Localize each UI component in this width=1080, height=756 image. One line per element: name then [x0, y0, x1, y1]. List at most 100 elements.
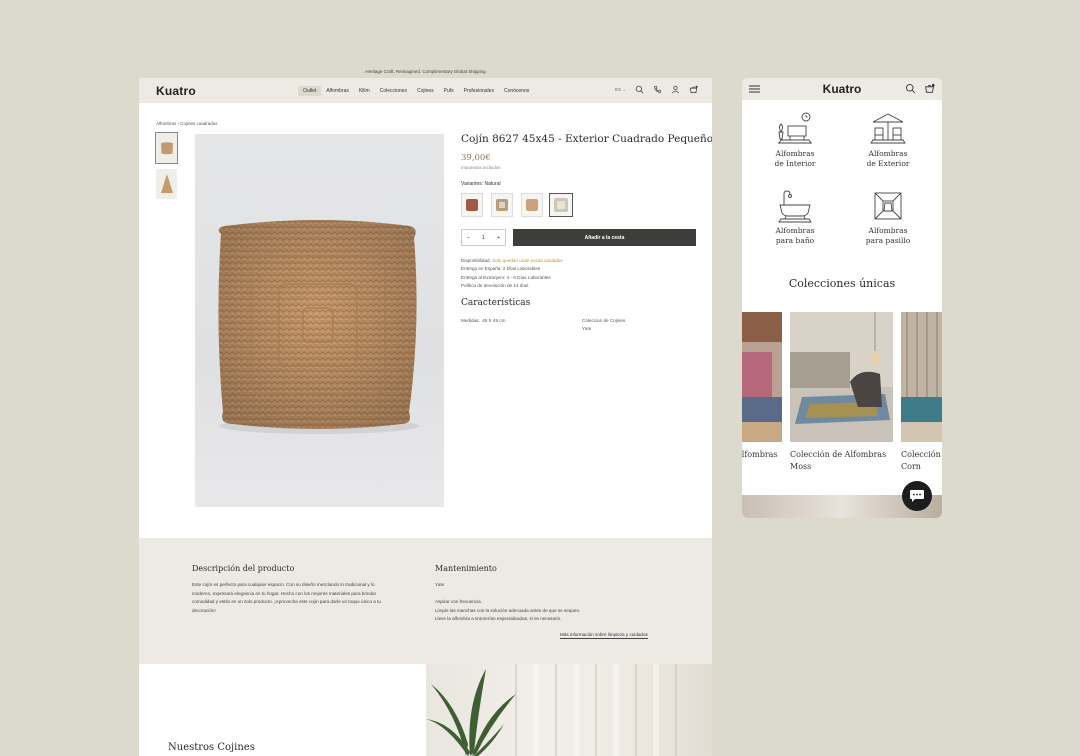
medidas-value: 45 X 45 cm	[482, 318, 506, 323]
availability: Disponibilidad: Solo quedan unas pocas u…	[461, 258, 563, 263]
mobile-header: Kuatro	[742, 78, 942, 100]
product-title: Cojín 8627 45x45 - Exterior Cuadrado Peq…	[461, 133, 712, 145]
language-selector[interactable]: ES ⌄	[615, 87, 626, 93]
description-line: moderno, expresará elegancia en tu hogar…	[192, 590, 377, 596]
category-bathroom[interactable]: Alfombras para baño	[760, 189, 830, 245]
variant-swatch-natural[interactable]	[549, 193, 573, 217]
mobile-page: Kuatro Alfombras de Interior Alfombras d…	[742, 78, 942, 518]
maintenance-material: Yute	[435, 582, 445, 587]
bathroom-rug-icon	[778, 190, 812, 223]
collection-image	[790, 312, 893, 442]
logo[interactable]: Kuatro	[156, 84, 196, 98]
description-title: Descripción del producto	[192, 564, 295, 573]
chat-button[interactable]	[902, 481, 932, 511]
exterior-rug-icon	[870, 113, 906, 144]
thumbnail-cushion-image	[160, 142, 173, 155]
jute-cushion-image	[218, 220, 419, 434]
account-icon[interactable]	[671, 85, 680, 94]
category-label: para baño	[775, 235, 815, 245]
collection-card-partial[interactable]	[742, 312, 782, 442]
cart-icon[interactable]	[689, 85, 698, 94]
search-icon[interactable]	[635, 85, 644, 94]
maintenance-line: Aspirar con frecuencia.	[435, 599, 482, 604]
decrease-button[interactable]: –	[467, 235, 470, 241]
collection-name: Corn	[901, 462, 921, 471]
mobile-logo[interactable]: Kuatro	[823, 82, 862, 96]
collection-label-moss[interactable]: Colección de Alfombras Moss	[790, 449, 886, 473]
description-line: decoración!	[192, 607, 216, 613]
category-interior[interactable]: Alfombras de Interior	[760, 112, 830, 168]
collection-label-partial[interactable]: Alfombras	[742, 449, 778, 461]
description-line: comodidad y estilo en un solo producto. …	[192, 599, 381, 604]
nav-alfombras[interactable]: Alfombras	[321, 86, 354, 96]
collection-card-moss[interactable]	[790, 312, 893, 442]
maintenance-line: Limpie las manchas con la solución adecu…	[435, 607, 581, 613]
nav-cojines[interactable]: Cojines	[412, 86, 439, 96]
canvas: Heritage Craft, Reimagined. Complimentar…	[0, 0, 1080, 756]
variants-label: Variantes: Natural	[461, 181, 501, 187]
nav-conocenos[interactable]: Conócenos	[499, 86, 534, 96]
collection-name: Colección de Alfombras	[790, 450, 887, 459]
thumbnail-cushion-side-image	[160, 174, 173, 193]
quantity-stepper[interactable]: – 1 +	[461, 229, 506, 246]
thumbnail-side[interactable]	[156, 169, 177, 199]
medidas-label: Medidas:	[461, 318, 480, 323]
care-info-link[interactable]: Más información sobre limpieza y cuidado…	[560, 632, 648, 639]
collection-name: Alfombras	[742, 450, 778, 459]
nav-profesionales[interactable]: Profesionales	[459, 86, 499, 96]
collections-title: Colecciones únicas	[788, 277, 896, 290]
maintenance-title: Mantenimiento	[435, 564, 497, 573]
category-hallway[interactable]: Alfombras para pasillo	[853, 189, 923, 245]
interior-rug-icon	[778, 112, 812, 144]
category-label: Alfombras	[775, 226, 815, 235]
product-price: 39,00€	[461, 153, 491, 163]
availability-label: Disponibilidad:	[461, 258, 491, 263]
nav-colecciones[interactable]: Colecciones	[375, 86, 412, 96]
category-label: Alfombras	[868, 149, 908, 158]
collection-name: Moss	[790, 462, 812, 471]
desktop-page: Heritage Craft, Reimagined. Complimentar…	[139, 66, 712, 756]
hallway-rug-icon	[874, 192, 902, 220]
feature-material: Yute	[582, 326, 592, 331]
chat-icon	[910, 490, 924, 502]
feature-collection: Coleccion de Cojines	[582, 318, 626, 323]
shipping-spain: Entrega en España: 2 Días Laborables	[461, 266, 541, 271]
breadcrumb[interactable]: Alfombras › Cojines cuadrados	[156, 121, 218, 126]
collection-label-corn[interactable]: Colección Corn	[901, 449, 941, 473]
collection-image	[742, 312, 782, 442]
variant-swatch-terracotta[interactable]	[461, 193, 483, 217]
swatch-image	[554, 198, 568, 212]
increase-button[interactable]: +	[497, 235, 500, 241]
variant-swatch-sand[interactable]	[521, 193, 543, 217]
shipping-abroad: Entrega al Extranjero: 4 - 6 Días Labora…	[461, 275, 551, 280]
menu-icon[interactable]	[749, 85, 760, 93]
collection-name: Colección	[901, 450, 941, 459]
announcement-bar: Heritage Craft, Reimagined. Complimentar…	[139, 66, 712, 78]
category-label: de Interior	[774, 158, 816, 168]
swatch-image	[496, 199, 508, 211]
add-to-cart-button[interactable]: Añadir a la cesta	[513, 229, 696, 246]
description-line: Este cojín es perfecto para cualquier es…	[192, 582, 375, 587]
thumbnail-front[interactable]	[155, 132, 178, 164]
category-label: Alfombras	[775, 149, 815, 158]
collection-image	[901, 312, 942, 442]
tax-note: Impuestos incluidos	[461, 165, 501, 170]
quantity-value[interactable]: 1	[482, 235, 485, 241]
availability-value: Solo quedan unas pocas unidades	[492, 258, 563, 263]
category-label: de Exterior	[866, 158, 910, 168]
phone-icon[interactable]	[653, 85, 662, 94]
nav-kilim[interactable]: Kilim	[354, 86, 375, 96]
description-text: Este cojín es perfecto para cualquier es…	[192, 581, 381, 615]
nav-pufs[interactable]: Pufs	[439, 86, 459, 96]
product-main-image[interactable]	[195, 134, 444, 507]
return-policy[interactable]: Política de devolución de 14 días	[461, 283, 528, 288]
maintenance-text: Aspirar con frecuencia. Limpie las manch…	[435, 598, 580, 624]
variant-swatch-grey[interactable]	[491, 193, 513, 217]
cart-icon[interactable]	[924, 83, 935, 94]
features-title: Características	[461, 298, 531, 308]
search-icon[interactable]	[905, 83, 916, 94]
collection-card-corn[interactable]	[901, 312, 942, 442]
nav-outlet[interactable]: Outlet	[298, 85, 322, 96]
category-exterior[interactable]: Alfombras de Exterior	[853, 112, 923, 168]
language-label: ES	[614, 86, 621, 92]
